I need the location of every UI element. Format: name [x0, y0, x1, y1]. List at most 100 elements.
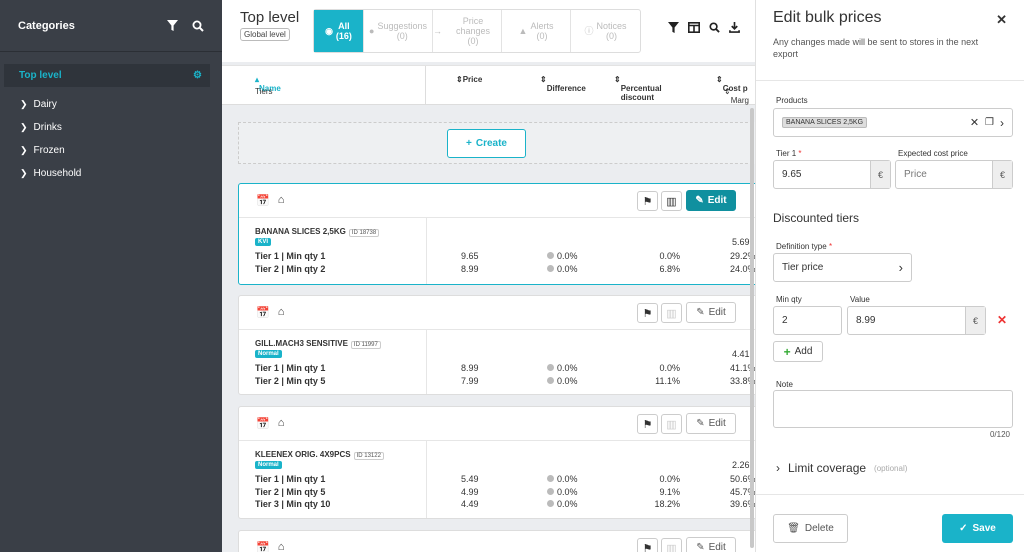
chevron-right-icon: › — [776, 461, 780, 475]
flag-icon[interactable]: ⚑ — [637, 191, 658, 211]
product-name-text: KLEENEX ORIG. 4X9PCS — [255, 450, 351, 459]
product-card[interactable]: 📅 ⌂ ⚑ ▥ ✎ Edit GILL.MACH3 SENSITIVE ID 1199… — [238, 295, 755, 395]
table-row: Tier 2 | Min qty 2 8.99 0.0% 6.8% 24.0% — [255, 264, 755, 276]
currency-addon: € — [992, 161, 1012, 188]
product-card[interactable]: 📅 ⌂ ⚑ ▥ ✎ Edit — [238, 530, 755, 552]
products-select[interactable]: BANANA SLICES 2,5KG ✕ ❐ › — [773, 108, 1013, 137]
check-icon: ✓ — [959, 523, 968, 534]
min-qty-input[interactable]: 2 — [773, 306, 842, 335]
tier1-input[interactable]: 9.65 € — [773, 160, 891, 189]
delete-button[interactable]: 🗑 Delete — [773, 514, 848, 543]
min-qty-value: 2 — [782, 315, 788, 326]
note-textarea[interactable] — [773, 390, 1013, 428]
definition-type-select[interactable]: Tier price › — [773, 253, 912, 282]
tab-alerts[interactable]: ▲ Alerts (0) — [502, 10, 571, 52]
chevron-right-icon: ❯ — [20, 122, 28, 132]
chevron-right-icon[interactable]: › — [1000, 116, 1004, 130]
tier-label: Tier 1 | Min qty 1 — [255, 251, 326, 261]
products-label: Products — [776, 96, 808, 105]
flag-icon[interactable]: ⚑ — [637, 538, 658, 552]
tab-suggestions[interactable]: ● Suggestions (0) — [364, 10, 433, 52]
search-icon[interactable] — [709, 22, 720, 36]
currency-addon: € — [965, 307, 985, 334]
tier-value-input[interactable]: 8.99 € — [847, 306, 986, 335]
columns-icon[interactable] — [688, 22, 700, 36]
calendar-icon[interactable]: 📅 — [256, 541, 270, 552]
tab-all[interactable]: ◉ All (16) — [314, 10, 364, 52]
edit-button[interactable]: ✎ Edit — [686, 190, 736, 211]
gear-icon[interactable]: ⚙ — [193, 70, 202, 81]
close-icon[interactable]: ✕ — [996, 12, 1007, 28]
tab-notices[interactable]: ⓘ Notices (0) — [571, 10, 640, 52]
edit-button[interactable]: ✎ Edit — [686, 302, 736, 323]
filter-icon[interactable] — [167, 20, 178, 31]
scrollbar[interactable] — [750, 108, 754, 548]
sort-name-header[interactable]: ▴ Name — [255, 75, 281, 93]
sidebar-item-frozen[interactable]: ❯ Frozen — [0, 139, 222, 162]
flag-icon[interactable]: ⚑ — [637, 303, 658, 323]
home-icon[interactable]: ⌂ — [278, 194, 285, 207]
add-tier-button[interactable]: + Add — [773, 341, 823, 362]
table-row: Tier 1 | Min qty 1 8.99 0.0% 0.0% 41.1% — [255, 363, 755, 375]
chart-icon[interactable]: ▥ — [661, 538, 682, 552]
column-cost[interactable]: ⇕ Cost p — [716, 75, 748, 93]
product-card[interactable]: 📅 ⌂ ⚑ ▥ ✎ Edit KLEENEX ORIG. 4X9PCS ID 1312… — [238, 406, 755, 519]
pencil-icon: ✎ — [696, 542, 705, 552]
search-icon[interactable] — [192, 20, 204, 32]
difference: 0.0% — [547, 376, 578, 386]
margin-value: 4.41 — [732, 349, 750, 359]
sidebar-item-dairy[interactable]: ❯ Dairy — [0, 93, 222, 116]
column-pct-discount[interactable]: ⇕ Percentual discount — [614, 75, 662, 102]
home-icon[interactable]: ⌂ — [278, 306, 285, 319]
column-price[interactable]: ⇕ Price — [425, 66, 482, 105]
edit-button[interactable]: ✎ Edit — [686, 413, 736, 434]
product-card[interactable]: 📅 ⌂ ⚑ ▥ ✎ Edit BANANA SLICES 2,5KG ID 18738… — [238, 183, 755, 285]
sidebar-item-top-level[interactable]: Top level ⚙ — [4, 64, 210, 87]
pct-discount: 0.0% — [659, 251, 680, 261]
clear-icon[interactable]: ✕ — [970, 116, 979, 129]
table-row: Tier 3 | Min qty 10 4.49 0.0% 18.2% 39.6% — [255, 499, 755, 511]
toolbar-icons — [668, 22, 740, 36]
card-toolbar: 📅 ⌂ ⚑ ▥ ✎ Edit — [239, 531, 755, 552]
column-margin[interactable]: ⇕ Marg — [724, 87, 749, 105]
home-icon[interactable]: ⌂ — [278, 541, 285, 552]
chart-icon[interactable]: ▥ — [661, 414, 682, 434]
card-toolbar: 📅 ⌂ ⚑ ▥ ✎ Edit — [239, 296, 755, 330]
remove-tier-icon[interactable]: ✕ — [997, 313, 1007, 327]
calendar-icon[interactable]: 📅 — [256, 194, 270, 207]
flag-icon[interactable]: ⚑ — [637, 414, 658, 434]
tab-price-changes[interactable]: → Price changes (0) — [433, 10, 502, 52]
limit-coverage-toggle[interactable]: › Limit coverage (optional) — [776, 461, 907, 475]
arrow-right-icon: → — [433, 26, 442, 36]
status-badge: Normal — [255, 461, 282, 469]
tab-label: Suggestions — [377, 21, 427, 31]
sidebar-item-household[interactable]: ❯ Household — [0, 162, 222, 185]
edit-panel: Edit bulk prices ✕ Any changes made will… — [755, 0, 1024, 552]
definition-type-value: Tier price — [782, 262, 824, 273]
product-name-text: BANANA SLICES 2,5KG — [255, 227, 346, 236]
tab-count: (0) — [396, 31, 408, 41]
filter-icon[interactable] — [668, 22, 679, 36]
tier1-label-text: Tier 1 — [776, 149, 797, 158]
save-button[interactable]: ✓ Save — [942, 514, 1013, 543]
expected-cost-input[interactable]: Price € — [895, 160, 1013, 189]
pencil-icon: ✎ — [696, 307, 705, 318]
create-button[interactable]: + Create — [447, 129, 526, 158]
home-icon[interactable]: ⌂ — [278, 417, 285, 430]
copy-icon[interactable]: ❐ — [985, 117, 994, 128]
edit-label: Edit — [708, 307, 726, 318]
sidebar-item-label: Frozen — [33, 145, 65, 156]
chart-icon[interactable]: ▥ — [661, 191, 682, 211]
pct-discount: 11.1% — [655, 376, 680, 386]
calendar-icon[interactable]: 📅 — [256, 417, 270, 430]
tab-count: (16) — [335, 31, 352, 41]
tier-label: Tier 2 | Min qty 2 — [255, 264, 326, 274]
calendar-icon[interactable]: 📅 — [256, 306, 270, 319]
download-icon[interactable] — [729, 22, 740, 36]
chart-icon[interactable]: ▥ — [661, 303, 682, 323]
edit-button[interactable]: ✎ Edit — [686, 537, 736, 552]
sidebar-item-drinks[interactable]: ❯ Drinks — [0, 116, 222, 139]
column-difference[interactable]: ⇕ Difference — [540, 75, 586, 93]
required-marker: * — [798, 149, 802, 158]
sidebar-item-label: Dairy — [33, 99, 57, 110]
